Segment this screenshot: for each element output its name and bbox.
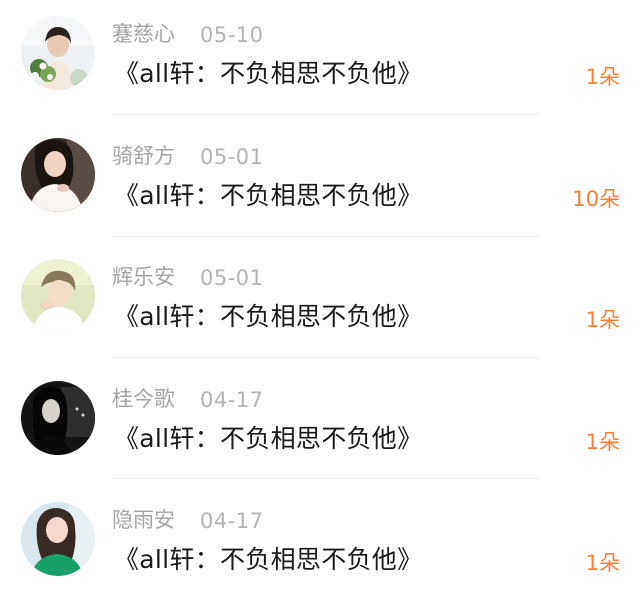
date: 04-17 xyxy=(200,509,264,533)
flower-count: 1朵 xyxy=(585,551,620,575)
divider xyxy=(112,357,540,358)
avatar[interactable] xyxy=(21,16,95,90)
list-item[interactable]: 辉乐安 05-01 《all轩：不负相思不负他》 1朵 xyxy=(0,243,640,364)
avatar-woman-green-icon xyxy=(21,502,95,576)
avatar[interactable] xyxy=(21,381,95,455)
divider xyxy=(112,114,540,115)
avatar[interactable] xyxy=(21,259,95,333)
avatar-woman-white-dress-icon xyxy=(21,138,95,212)
work-title[interactable]: 《all轩：不负相思不负他》 xyxy=(114,58,422,90)
list-item[interactable]: 隐雨安 04-17 《all轩：不负相思不负他》 1朵 xyxy=(0,486,640,607)
date: 05-01 xyxy=(200,266,264,290)
date: 05-10 xyxy=(200,23,264,47)
avatar-woman-dark-icon xyxy=(21,381,95,455)
list-item[interactable]: 骑舒方 05-01 《all轩：不负相思不负他》 10朵 xyxy=(0,122,640,243)
flower-count: 1朵 xyxy=(585,65,620,89)
date: 05-01 xyxy=(200,145,264,169)
username[interactable]: 桂今歌 xyxy=(112,386,175,412)
avatar[interactable] xyxy=(21,502,95,576)
work-title[interactable]: 《all轩：不负相思不负他》 xyxy=(114,180,422,212)
username[interactable]: 蹇慈心 xyxy=(112,21,175,47)
list-item[interactable]: 蹇慈心 05-10 《all轩：不负相思不负他》 1朵 xyxy=(0,0,640,121)
flower-count: 10朵 xyxy=(572,187,620,211)
divider xyxy=(112,478,540,479)
username[interactable]: 隐雨安 xyxy=(112,507,175,533)
avatar[interactable] xyxy=(21,138,95,212)
gift-record-list: 蹇慈心 05-10 《all轩：不负相思不负他》 1朵 骑舒方 05-01 《a… xyxy=(0,0,640,604)
avatar-person-light-icon xyxy=(21,259,95,333)
list-item[interactable]: 桂今歌 04-17 《all轩：不负相思不负他》 1朵 xyxy=(0,364,640,485)
username[interactable]: 骑舒方 xyxy=(112,143,175,169)
flower-count: 1朵 xyxy=(585,308,620,332)
date: 04-17 xyxy=(200,388,264,412)
flower-count: 1朵 xyxy=(585,430,620,454)
work-title[interactable]: 《all轩：不负相思不负他》 xyxy=(114,544,422,576)
work-title[interactable]: 《all轩：不负相思不负他》 xyxy=(114,301,422,333)
avatar-woman-flowers-icon xyxy=(21,16,95,90)
username[interactable]: 辉乐安 xyxy=(112,264,175,290)
divider xyxy=(112,236,540,237)
work-title[interactable]: 《all轩：不负相思不负他》 xyxy=(114,423,422,455)
